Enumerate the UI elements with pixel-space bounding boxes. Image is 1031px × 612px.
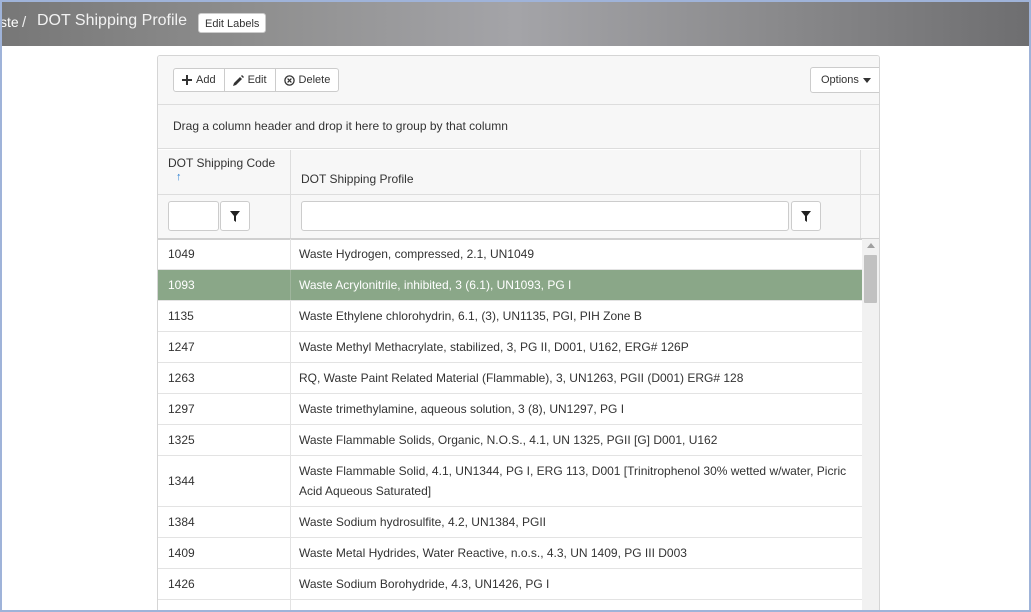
breadcrumb-bar: ste / DOT Shipping Profile Edit Labels xyxy=(2,2,1029,46)
cell-profile: Waste Methyl Methacrylate, stabilized, 3… xyxy=(299,340,689,354)
column-header-profile-label: DOT Shipping Profile xyxy=(301,172,414,186)
options-label: Options xyxy=(821,74,859,86)
column-header-profile[interactable]: DOT Shipping Profile xyxy=(292,150,861,194)
table-row[interactable]: 1049 Waste Hydrogen, compressed, 2.1, UN1… xyxy=(158,239,862,270)
delete-button-label: Delete xyxy=(298,74,331,86)
scroll-up-arrow-icon[interactable] xyxy=(867,243,875,248)
filter-icon xyxy=(801,210,811,222)
filter-cell-code xyxy=(158,195,291,238)
cell-code: 1384 xyxy=(158,507,291,537)
table-row[interactable]: 1135 Waste Ethylene chlorohydrin, 6.1, (3… xyxy=(158,301,862,332)
vertical-scrollbar[interactable] xyxy=(862,239,879,610)
cell-profile: Waste Hydrogen, compressed, 2.1, UN1049 xyxy=(299,247,535,261)
cell-code: 1247 xyxy=(158,332,291,362)
column-header-code-label: DOT Shipping Code xyxy=(168,156,276,170)
cell-profile: Waste Sodium Borohydride, 4.3, UN1426, P… xyxy=(299,577,550,591)
edit-labels-button[interactable]: Edit Labels xyxy=(198,13,267,33)
cell-code: 1263 xyxy=(158,363,291,393)
grid-toolbar: Add Edit Delete Options xyxy=(158,56,879,105)
cell-profile: Waste Zinc dust, 4.3 (4.2), UN1436, PG I xyxy=(291,600,862,610)
filter-icon xyxy=(230,210,240,222)
cell-profile: RQ, Waste Paint Related Material (Flamma… xyxy=(299,371,744,385)
table-row[interactable]: 1093 Waste Acrylonitrile, inhibited, 3 (6… xyxy=(158,270,862,301)
caret-down-icon xyxy=(862,77,871,83)
page-title: DOT Shipping Profile xyxy=(37,12,187,29)
grid-panel: Add Edit Delete Options Drag a column he… xyxy=(157,55,880,610)
cell-code: 1135 xyxy=(158,301,291,331)
table-row[interactable]: 1325 Waste Flammable Solids, Organic, N.O… xyxy=(158,425,862,456)
table-row[interactable]: 1263 RQ, Waste Paint Related Material (Fl… xyxy=(158,363,862,394)
remove-circle-icon xyxy=(283,74,295,86)
table-row[interactable]: 1297 Waste trimethylamine, aqueous soluti… xyxy=(158,394,862,425)
cell-code: 1436 xyxy=(158,600,291,610)
options-dropdown-button[interactable]: Options xyxy=(810,67,879,93)
cell-profile: Waste Sodium hydrosulfite, 4.2, UN1384, … xyxy=(299,515,547,529)
table-row[interactable]: 1247 Waste Methyl Methacrylate, stabilize… xyxy=(158,332,862,363)
filter-cell-profile xyxy=(292,195,861,238)
breadcrumb-previous-link[interactable]: ste xyxy=(2,14,19,30)
table-row[interactable]: 1409 Waste Metal Hydrides, Water Reactive… xyxy=(158,538,862,569)
cell-code: 1409 xyxy=(158,538,291,568)
code-filter-button[interactable] xyxy=(220,201,250,231)
plus-icon xyxy=(182,75,192,85)
add-button[interactable]: Add xyxy=(173,68,225,92)
crud-button-group: Add Edit Delete xyxy=(173,68,340,92)
cell-code: 1344 xyxy=(158,456,291,506)
cell-code: 1426 xyxy=(158,569,291,599)
scroll-thumb[interactable] xyxy=(864,255,877,303)
grid-header: DOT Shipping Code ↑ DOT Shipping Profile xyxy=(158,150,879,195)
pencil-icon xyxy=(232,74,244,86)
cell-code: 1297 xyxy=(158,394,291,424)
cell-code: 1049 xyxy=(158,239,291,269)
cell-profile: Waste Acrylonitrile, inhibited, 3 (6.1),… xyxy=(299,278,572,292)
cell-profile: Waste Ethylene chlorohydrin, 6.1, (3), U… xyxy=(299,309,642,323)
cell-profile: Waste Metal Hydrides, Water Reactive, n.… xyxy=(299,546,687,560)
table-row[interactable]: 1436Waste Zinc dust, 4.3 (4.2), UN1436, … xyxy=(158,600,862,610)
breadcrumb-separator: / xyxy=(22,14,27,31)
edit-button-label: Edit xyxy=(247,74,267,86)
code-filter-input[interactable] xyxy=(168,201,219,231)
cell-code: 1325 xyxy=(158,425,291,455)
sort-ascending-icon: ↑ xyxy=(176,171,182,183)
delete-button[interactable]: Delete xyxy=(274,68,340,92)
edit-button[interactable]: Edit xyxy=(223,68,276,92)
grid-body: 1049 Waste Hydrogen, compressed, 2.1, UN1… xyxy=(158,239,862,610)
column-header-code[interactable]: DOT Shipping Code ↑ xyxy=(158,150,291,194)
profile-filter-input[interactable] xyxy=(301,201,789,231)
add-button-label: Add xyxy=(196,74,216,86)
cell-profile: Waste Flammable Solids, Organic, N.O.S.,… xyxy=(299,433,718,447)
cell-profile: Waste trimethylamine, aqueous solution, … xyxy=(299,402,625,416)
cell-code: 1093 xyxy=(158,270,291,300)
table-row[interactable]: 1344 Waste Flammable Solid, 4.1, UN1344, … xyxy=(158,456,862,507)
table-row[interactable]: 1426 Waste Sodium Borohydride, 4.3, UN142… xyxy=(158,569,862,600)
app-window: ste / DOT Shipping Profile Edit Labels A… xyxy=(0,0,1031,612)
filter-row xyxy=(158,195,879,240)
group-drop-area[interactable]: Drag a column header and drop it here to… xyxy=(158,105,879,149)
cell-profile: Waste Flammable Solid, 4.1, UN1344, PG I… xyxy=(299,464,847,498)
table-row[interactable]: 1384 Waste Sodium hydrosulfite, 4.2, UN13… xyxy=(158,507,862,538)
profile-filter-button[interactable] xyxy=(791,201,821,231)
